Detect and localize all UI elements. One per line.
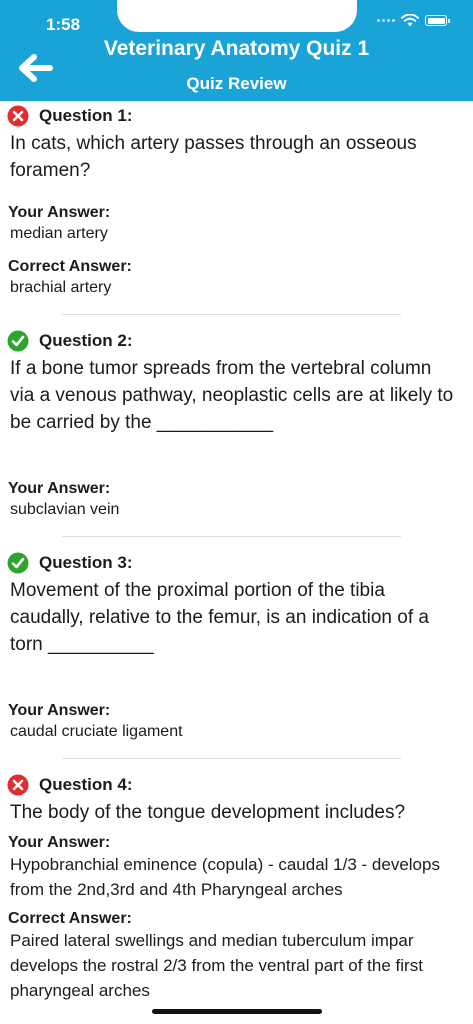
divider [62,536,401,537]
battery-icon [425,15,450,26]
your-answer-value: subclavian vein [10,501,120,518]
wrong-x-icon [7,774,29,796]
signal-icon [377,19,395,22]
correct-check-icon [7,330,29,352]
question-label: Question 3: [39,553,133,572]
status-time: 1:58 [46,15,81,34]
correct-check-icon [7,552,29,574]
review-list[interactable]: Question 1: In cats, which artery passes… [0,101,473,1003]
your-answer-label: Your Answer: [8,702,111,719]
status-icons [377,14,450,27]
your-answer-label: Your Answer: [8,204,111,221]
page-title: Veterinary Anatomy Quiz 1 [103,37,370,60]
question-text: The body of the tongue development inclu… [10,802,406,823]
your-answer-label: Your Answer: [8,834,111,851]
home-indicator[interactable] [152,1009,322,1014]
device-notch [117,0,357,32]
question-text: Movement of the proximal portion of the … [10,580,429,655]
correct-answer-value: Paired lateral swellings and median tube… [10,931,423,1000]
question-card: Question 2: If a bone tumor spreads from… [0,327,473,522]
wifi-icon [401,14,419,27]
question-card: Question 1: In cats, which artery passes… [0,101,473,300]
nav-header: 1:58 Veterinary Anatomy Quiz 1 Quiz Revi… [0,0,473,101]
question-text: If a bone tumor spreads from the vertebr… [10,358,454,433]
question-label: Question 1: [39,106,133,125]
question-card: Question 4: The body of the tongue devel… [0,771,473,1003]
wrong-x-icon [7,105,29,127]
divider [62,758,401,759]
your-answer-value: Hypobranchial eminence (copula) - caudal… [10,855,440,899]
your-answer-value: caudal cruciate ligament [10,723,183,740]
your-answer-value: median artery [10,225,108,242]
question-label: Question 4: [39,775,133,794]
correct-answer-label: Correct Answer: [8,910,132,927]
correct-answer-value: brachial artery [10,279,112,296]
page-subtitle: Quiz Review [186,74,287,93]
question-text: In cats, which artery passes through an … [10,133,417,181]
your-answer-label: Your Answer: [8,480,111,497]
question-card: Question 3: Movement of the proximal por… [0,549,473,744]
question-label: Question 2: [39,331,133,350]
correct-answer-label: Correct Answer: [8,258,132,275]
divider [62,314,401,315]
